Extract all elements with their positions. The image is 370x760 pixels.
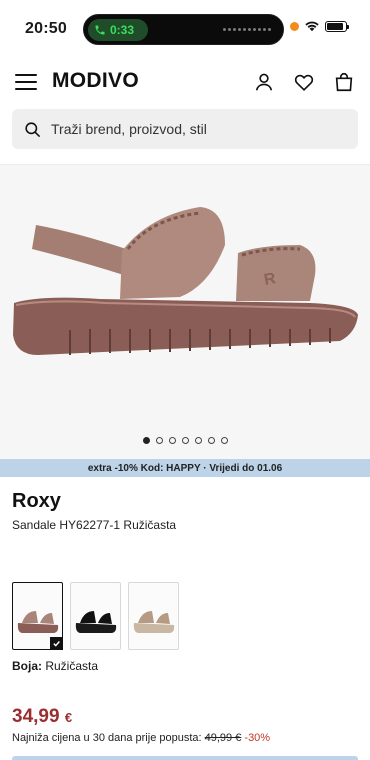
status-bar: 20:50 0:33	[0, 0, 370, 56]
gallery-dot[interactable]	[168, 437, 176, 444]
color-swatch-pink[interactable]	[12, 582, 63, 650]
account-icon[interactable]	[253, 71, 275, 93]
wifi-icon	[305, 21, 319, 32]
gallery-dot[interactable]	[220, 437, 228, 444]
product-description: Sandale HY62277-1 Ružičasta	[12, 518, 177, 532]
gallery-dot[interactable]	[207, 437, 215, 444]
battery-icon	[325, 20, 349, 32]
gallery-pagination	[0, 437, 370, 444]
discount-badge: -30%	[244, 732, 271, 744]
old-price: 49,99 €	[204, 732, 242, 744]
gallery-dot[interactable]	[194, 437, 202, 444]
call-indicator[interactable]: 0:33	[88, 19, 148, 41]
bag-icon[interactable]	[333, 71, 355, 93]
product-brand[interactable]: Roxy	[12, 490, 61, 513]
color-label: Boja:	[12, 659, 42, 673]
search-placeholder: Traži brend, proizvod, stil	[51, 121, 207, 137]
site-header: MODIVO	[0, 60, 370, 104]
call-duration: 0:33	[110, 23, 135, 37]
color-value: Ružičasta	[45, 659, 99, 673]
search-icon	[25, 121, 41, 137]
lowest-price-info: Najniža cijena u 30 dana prije popusta: …	[12, 732, 270, 744]
color-swatch-beige[interactable]	[128, 582, 179, 650]
gallery-dot[interactable]	[142, 437, 150, 444]
search-input[interactable]: Traži brend, proizvod, stil	[12, 109, 358, 149]
product-gallery[interactable]: R	[0, 164, 370, 459]
color-swatches	[12, 582, 179, 650]
selected-check-icon	[50, 637, 63, 650]
add-to-cart-bar[interactable]	[12, 756, 358, 760]
system-icons	[290, 20, 349, 32]
price-currency: €	[64, 710, 73, 725]
gallery-dot[interactable]	[181, 437, 189, 444]
gallery-dot[interactable]	[155, 437, 163, 444]
menu-icon[interactable]	[15, 74, 37, 90]
dynamic-island[interactable]: 0:33	[83, 14, 284, 45]
price-value: 34,99	[12, 706, 60, 727]
audio-waveform-icon	[223, 28, 271, 31]
lowest-price-text: Najniža cijena u 30 dana prije popusta:	[12, 732, 202, 744]
heart-icon[interactable]	[293, 71, 315, 93]
clock: 20:50	[25, 20, 67, 37]
product-price: 34,99 €	[12, 706, 72, 728]
promo-banner[interactable]: extra -10% Kod: HAPPY · Vrijedi do 01.06	[0, 459, 370, 477]
selected-color: Boja: Ružičasta	[12, 659, 98, 673]
site-logo[interactable]: MODIVO	[52, 69, 139, 93]
battery-level	[327, 22, 344, 30]
phone-icon	[95, 25, 105, 35]
recording-indicator-icon	[290, 21, 299, 31]
product-image-sandal: R	[13, 207, 358, 355]
color-swatch-black[interactable]	[70, 582, 121, 650]
